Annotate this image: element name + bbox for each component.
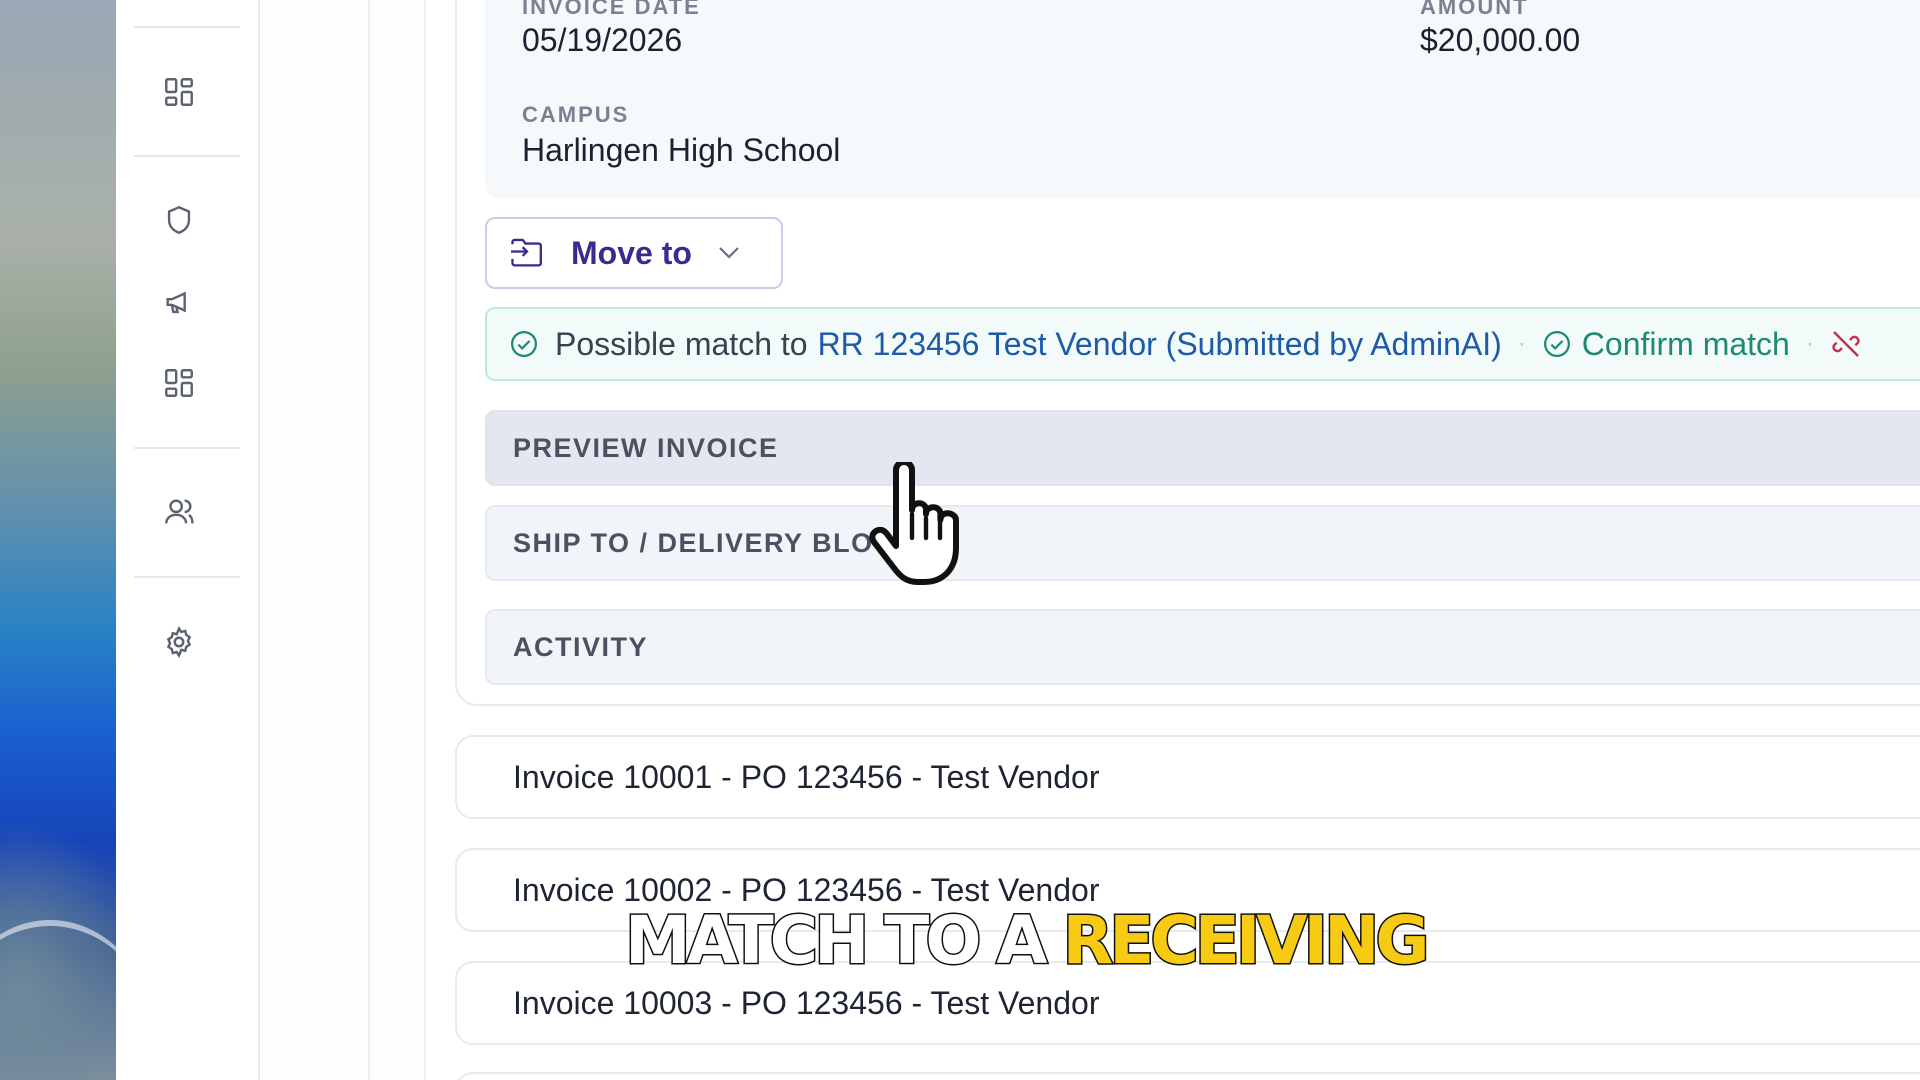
secondary-sidebar bbox=[260, 0, 370, 1080]
invoice-info-panel: INVOICE DATE 05/19/2026 AMOUNT $20,000.0… bbox=[485, 0, 1920, 198]
rail-divider bbox=[134, 26, 240, 28]
confirm-match-button[interactable]: Confirm match bbox=[1582, 326, 1790, 363]
matched-receiving-link[interactable]: RR 123456 Test Vendor (Submitted by Admi… bbox=[818, 326, 1502, 363]
hand-pointer-cursor-icon bbox=[869, 462, 959, 585]
invoice-list-item[interactable]: Invoice 10001 - PO 123456 - Test Vendor bbox=[455, 735, 1920, 819]
invoice-list-item[interactable] bbox=[455, 1072, 1920, 1080]
settings-gear-icon[interactable] bbox=[161, 624, 197, 660]
ship-to-delivery-block-section[interactable]: SHIP TO / DELIVERY BLOCK bbox=[485, 505, 1920, 581]
dashboard-grid-icon[interactable] bbox=[161, 74, 197, 110]
chevron-down-icon bbox=[719, 247, 739, 259]
campus-label: CAMPUS bbox=[522, 102, 630, 127]
activity-section[interactable]: ACTIVITY bbox=[485, 609, 1920, 685]
section-title: PREVIEW INVOICE bbox=[513, 432, 779, 463]
desktop-wallpaper bbox=[0, 0, 116, 1080]
list-gutter bbox=[370, 0, 426, 1080]
amount-value: $20,000.00 bbox=[1420, 22, 1581, 58]
preview-invoice-section[interactable]: PREVIEW INVOICE bbox=[485, 410, 1920, 486]
campus-value: Harlingen High School bbox=[522, 132, 841, 168]
check-circle-icon bbox=[1543, 331, 1570, 357]
section-title: ACTIVITY bbox=[513, 631, 649, 662]
rail-divider bbox=[134, 447, 240, 449]
check-circle-icon bbox=[511, 331, 537, 357]
separator-dot: · bbox=[1517, 330, 1526, 357]
rail-divider bbox=[134, 155, 240, 157]
video-caption: MATCH TO A RECEIVING bbox=[623, 901, 1431, 981]
match-prefix-text: Possible match to bbox=[555, 325, 808, 362]
separator-dot: · bbox=[1805, 330, 1814, 357]
move-to-button[interactable]: Move to bbox=[485, 217, 783, 289]
invoice-title: Invoice 10003 - PO 123456 - Test Vendor bbox=[513, 984, 1100, 1021]
rail-divider bbox=[134, 576, 240, 578]
users-icon[interactable] bbox=[161, 494, 197, 530]
unlink-icon[interactable] bbox=[1830, 328, 1862, 360]
move-to-label: Move to bbox=[571, 234, 692, 271]
possible-match-banner: Possible match to RR 123456 Test Vendor … bbox=[485, 307, 1920, 381]
caption-text: MATCH TO A bbox=[623, 901, 1063, 981]
invoice-date-label: INVOICE DATE bbox=[522, 0, 701, 19]
apps-grid-icon[interactable] bbox=[161, 365, 197, 401]
folder-move-icon bbox=[511, 238, 542, 267]
invoice-title: Invoice 10001 - PO 123456 - Test Vendor bbox=[513, 758, 1100, 795]
invoice-date-value: 05/19/2026 bbox=[522, 22, 683, 58]
caption-highlight: RECEIVING bbox=[1061, 901, 1431, 981]
icon-rail bbox=[116, 0, 260, 1080]
shield-icon[interactable] bbox=[161, 202, 197, 238]
section-title: SHIP TO / DELIVERY BLOCK bbox=[513, 527, 916, 558]
amount-label: AMOUNT bbox=[1420, 0, 1529, 19]
megaphone-icon[interactable] bbox=[161, 284, 197, 320]
